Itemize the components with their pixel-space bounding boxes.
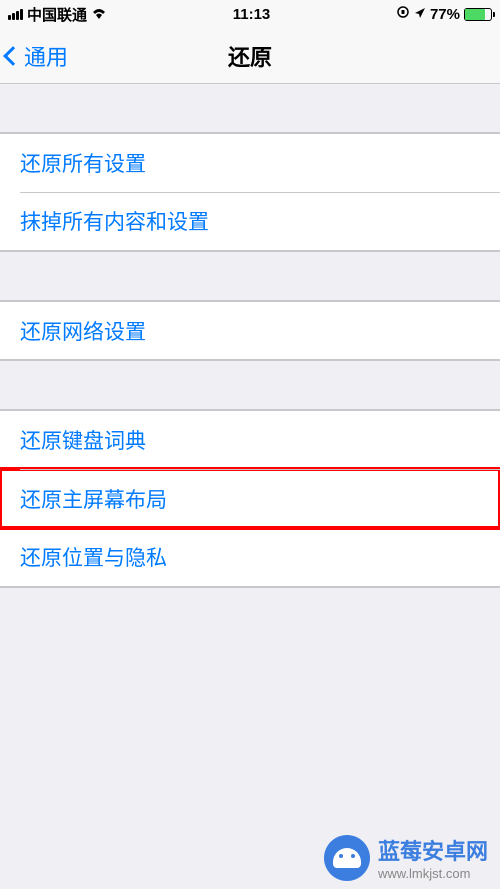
wifi-icon — [91, 6, 107, 22]
page-title: 还原 — [228, 40, 272, 72]
location-icon — [414, 6, 426, 23]
back-button[interactable]: 通用 — [0, 40, 68, 72]
reset-network-row[interactable]: 还原网络设置 — [0, 301, 500, 360]
watermark-logo-icon — [324, 835, 370, 881]
status-left: 中国联通 — [8, 4, 107, 25]
chevron-left-icon — [3, 46, 23, 66]
carrier-label: 中国联通 — [27, 4, 87, 25]
row-label: 还原主屏幕布局 — [20, 484, 167, 514]
nav-bar: 通用 还原 — [0, 28, 500, 84]
row-label: 还原键盘词典 — [20, 425, 146, 455]
watermark-url: www.lmkjst.com — [378, 866, 488, 881]
battery-icon — [464, 8, 492, 21]
row-label: 还原所有设置 — [20, 148, 146, 178]
signal-icon — [8, 9, 23, 20]
row-label: 还原位置与隐私 — [20, 542, 167, 572]
watermark-title: 蓝莓安卓网 — [378, 834, 488, 866]
status-right: 77% — [396, 5, 492, 23]
reset-keyboard-row[interactable]: 还原键盘词典 — [0, 410, 500, 469]
reset-all-settings-row[interactable]: 还原所有设置 — [0, 133, 500, 192]
row-label: 抹掉所有内容和设置 — [20, 206, 209, 236]
status-time: 11:13 — [233, 6, 271, 23]
battery-percent: 77% — [430, 6, 460, 23]
watermark: 蓝莓安卓网 www.lmkjst.com — [324, 834, 488, 881]
reset-home-layout-row[interactable]: 还原主屏幕布局 — [0, 469, 500, 528]
orientation-lock-icon — [396, 5, 410, 23]
reset-location-privacy-row[interactable]: 还原位置与隐私 — [0, 528, 500, 587]
erase-all-row[interactable]: 抹掉所有内容和设置 — [0, 192, 500, 251]
row-label: 还原网络设置 — [20, 316, 146, 346]
status-bar: 中国联通 11:13 77% — [0, 0, 500, 28]
back-label: 通用 — [24, 40, 68, 72]
